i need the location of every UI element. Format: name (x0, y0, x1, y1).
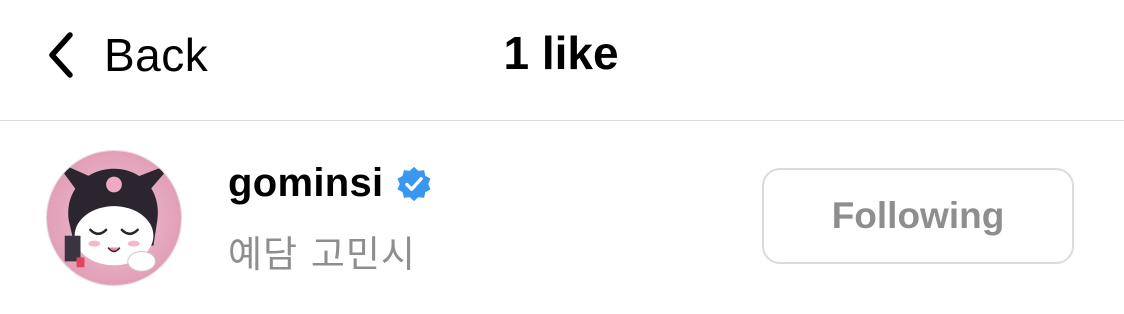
following-button[interactable]: Following (762, 168, 1074, 264)
full-name: 예담 고민시 (228, 233, 416, 276)
avatar[interactable] (46, 150, 182, 286)
navigation-header: Back 1 like (0, 0, 1124, 120)
verified-badge-icon (397, 166, 431, 201)
username[interactable]: gominsi (228, 161, 383, 206)
list-item[interactable]: gominsi 예담 고민시 Following (0, 121, 1124, 314)
avatar-image (47, 151, 181, 285)
username-line[interactable]: gominsi (228, 161, 433, 206)
likes-count-title: 1 like (503, 27, 619, 79)
page-title: 1 like (0, 26, 1124, 80)
